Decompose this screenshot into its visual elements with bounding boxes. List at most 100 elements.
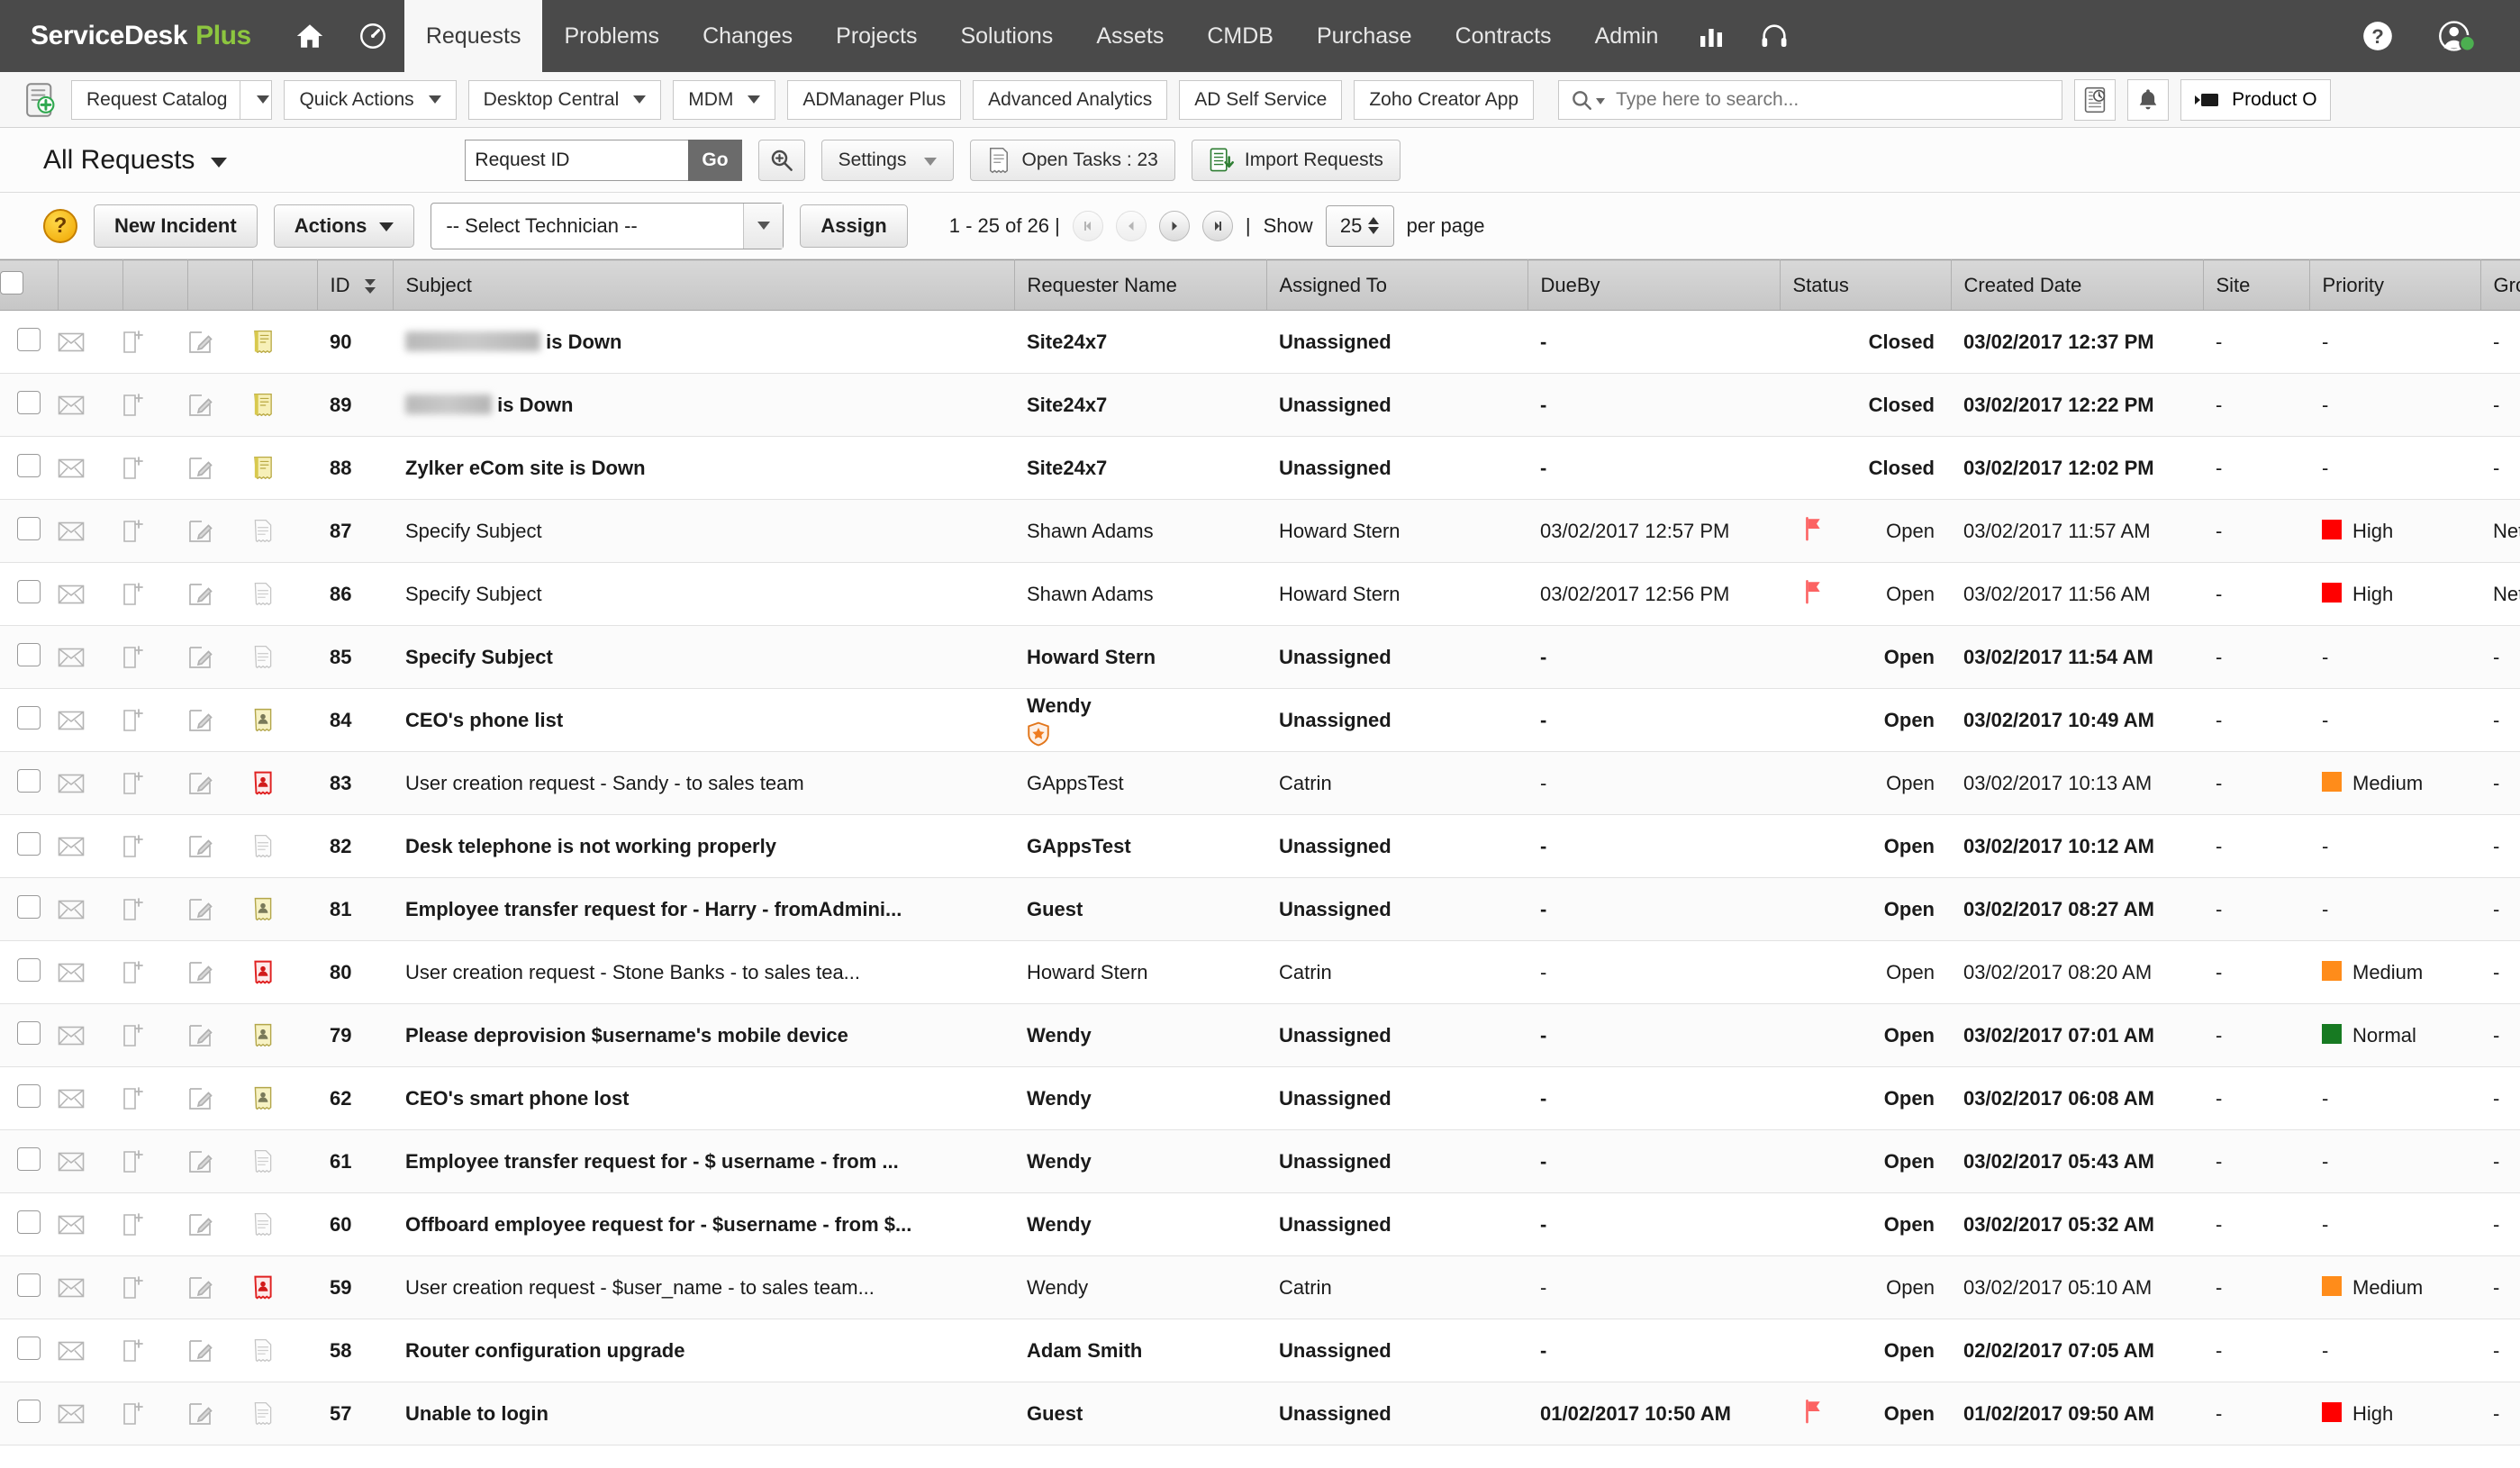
row-select-cell[interactable] — [0, 1067, 58, 1130]
add-note-icon[interactable] — [122, 897, 187, 922]
add-note-icon[interactable] — [122, 1338, 187, 1364]
add-note-icon[interactable] — [122, 771, 187, 796]
history-icon[interactable] — [2074, 79, 2116, 121]
advanced-analytics-button[interactable]: Advanced Analytics — [973, 80, 1167, 120]
header-requester-name[interactable]: Requester Name — [1014, 260, 1266, 311]
row-notify-cell[interactable] — [58, 1193, 122, 1256]
nav-tab-cmdb[interactable]: CMDB — [1185, 0, 1295, 72]
row-note-cell[interactable] — [122, 563, 187, 626]
search-input[interactable] — [1616, 89, 2051, 111]
table-row[interactable]: 84CEO's phone listWendyUnassigned-Open03… — [0, 689, 2520, 752]
cell-subject[interactable]: Desk telephone is not working properly — [393, 815, 1014, 878]
cell-subject[interactable]: Specify Subject — [393, 563, 1014, 626]
row-note-cell[interactable] — [122, 437, 187, 500]
row-notify-cell[interactable] — [58, 689, 122, 752]
cell-id[interactable]: 87 — [317, 500, 393, 563]
edit-icon[interactable] — [187, 1086, 252, 1111]
cell-id[interactable]: 62 — [317, 1067, 393, 1130]
table-row[interactable]: 89 is DownSite24x7Unassigned-Closed03/02… — [0, 374, 2520, 437]
all-requests-view-selector[interactable]: All Requests — [43, 145, 227, 176]
product-overview-button[interactable]: Product O — [2180, 79, 2331, 121]
nav-tab-requests[interactable]: Requests — [404, 0, 543, 72]
note-yellow-icon[interactable] — [252, 393, 317, 418]
row-select-cell[interactable] — [0, 500, 58, 563]
cell-id[interactable]: 79 — [317, 1004, 393, 1067]
cell-id[interactable]: 59 — [317, 1256, 393, 1319]
row-note-cell[interactable] — [122, 1256, 187, 1319]
row-checkbox[interactable] — [17, 1210, 41, 1234]
cell-subject[interactable]: Router configuration upgrade — [393, 1319, 1014, 1382]
envelope-icon[interactable] — [58, 962, 122, 983]
edit-icon[interactable] — [187, 393, 252, 418]
header-dueby[interactable]: DueBy — [1527, 260, 1780, 311]
row-checkbox[interactable] — [17, 1337, 41, 1360]
row-select-cell[interactable] — [0, 1193, 58, 1256]
row-notify-cell[interactable] — [58, 1382, 122, 1445]
user-avatar-icon[interactable] — [2417, 17, 2497, 55]
cell-id[interactable]: 80 — [317, 941, 393, 1004]
doc-gray-icon[interactable] — [252, 1401, 317, 1427]
cell-id[interactable]: 58 — [317, 1319, 393, 1382]
row-select-cell[interactable] — [0, 815, 58, 878]
envelope-icon[interactable] — [58, 1277, 122, 1299]
row-edit-cell[interactable] — [187, 1130, 252, 1193]
edit-icon[interactable] — [187, 1023, 252, 1048]
actions-button[interactable]: Actions — [274, 204, 415, 248]
edit-icon[interactable] — [187, 834, 252, 859]
row-edit-cell[interactable] — [187, 1256, 252, 1319]
nav-tab-purchase[interactable]: Purchase — [1295, 0, 1434, 72]
cell-id[interactable]: 83 — [317, 752, 393, 815]
row-select-cell[interactable] — [0, 878, 58, 941]
edit-icon[interactable] — [187, 771, 252, 796]
row-approval-cell[interactable] — [252, 815, 317, 878]
cell-id[interactable]: 61 — [317, 1130, 393, 1193]
row-notify-cell[interactable] — [58, 941, 122, 1004]
header-select-all[interactable] — [0, 260, 58, 311]
envelope-icon[interactable] — [58, 899, 122, 920]
row-notify-cell[interactable] — [58, 815, 122, 878]
row-select-cell[interactable] — [0, 437, 58, 500]
envelope-icon[interactable] — [58, 394, 122, 416]
advanced-search-icon[interactable] — [758, 140, 805, 181]
cell-id[interactable]: 88 — [317, 437, 393, 500]
header-priority[interactable]: Priority — [2309, 260, 2480, 311]
row-notify-cell[interactable] — [58, 752, 122, 815]
nav-tab-contracts[interactable]: Contracts — [1434, 0, 1573, 72]
edit-icon[interactable] — [187, 708, 252, 733]
import-requests-button[interactable]: Import Requests — [1192, 140, 1401, 181]
row-note-cell[interactable] — [122, 689, 187, 752]
row-edit-cell[interactable] — [187, 311, 252, 374]
row-select-cell[interactable] — [0, 1319, 58, 1382]
row-select-cell[interactable] — [0, 311, 58, 374]
approval-yellow-icon[interactable] — [252, 708, 317, 733]
table-row[interactable]: 61Employee transfer request for - $ user… — [0, 1130, 2520, 1193]
row-checkbox[interactable] — [17, 1021, 41, 1045]
envelope-icon[interactable] — [58, 458, 122, 479]
row-checkbox[interactable] — [17, 517, 41, 540]
edit-icon[interactable] — [187, 645, 252, 670]
table-row[interactable]: 82Desk telephone is not working properly… — [0, 815, 2520, 878]
add-note-icon[interactable] — [122, 960, 187, 985]
row-note-cell[interactable] — [122, 941, 187, 1004]
table-row[interactable]: 88Zylker eCom site is DownSite24x7Unassi… — [0, 437, 2520, 500]
row-approval-cell[interactable] — [252, 1319, 317, 1382]
edit-icon[interactable] — [187, 960, 252, 985]
approval-yellow-icon[interactable] — [252, 897, 317, 922]
row-note-cell[interactable] — [122, 1193, 187, 1256]
row-edit-cell[interactable] — [187, 815, 252, 878]
row-approval-cell[interactable] — [252, 437, 317, 500]
row-note-cell[interactable] — [122, 374, 187, 437]
approval-red-icon[interactable] — [252, 1275, 317, 1300]
edit-icon[interactable] — [187, 1149, 252, 1174]
table-row[interactable]: 85Specify SubjectHoward SternUnassigned-… — [0, 626, 2520, 689]
add-note-icon[interactable] — [122, 708, 187, 733]
row-approval-cell[interactable] — [252, 374, 317, 437]
row-select-cell[interactable] — [0, 1004, 58, 1067]
add-note-icon[interactable] — [122, 1023, 187, 1048]
doc-gray-icon[interactable] — [252, 645, 317, 670]
row-notify-cell[interactable] — [58, 311, 122, 374]
edit-icon[interactable] — [187, 1212, 252, 1237]
table-row[interactable]: 60Offboard employee request for - $usern… — [0, 1193, 2520, 1256]
cell-id[interactable]: 89 — [317, 374, 393, 437]
row-checkbox[interactable] — [17, 454, 41, 477]
